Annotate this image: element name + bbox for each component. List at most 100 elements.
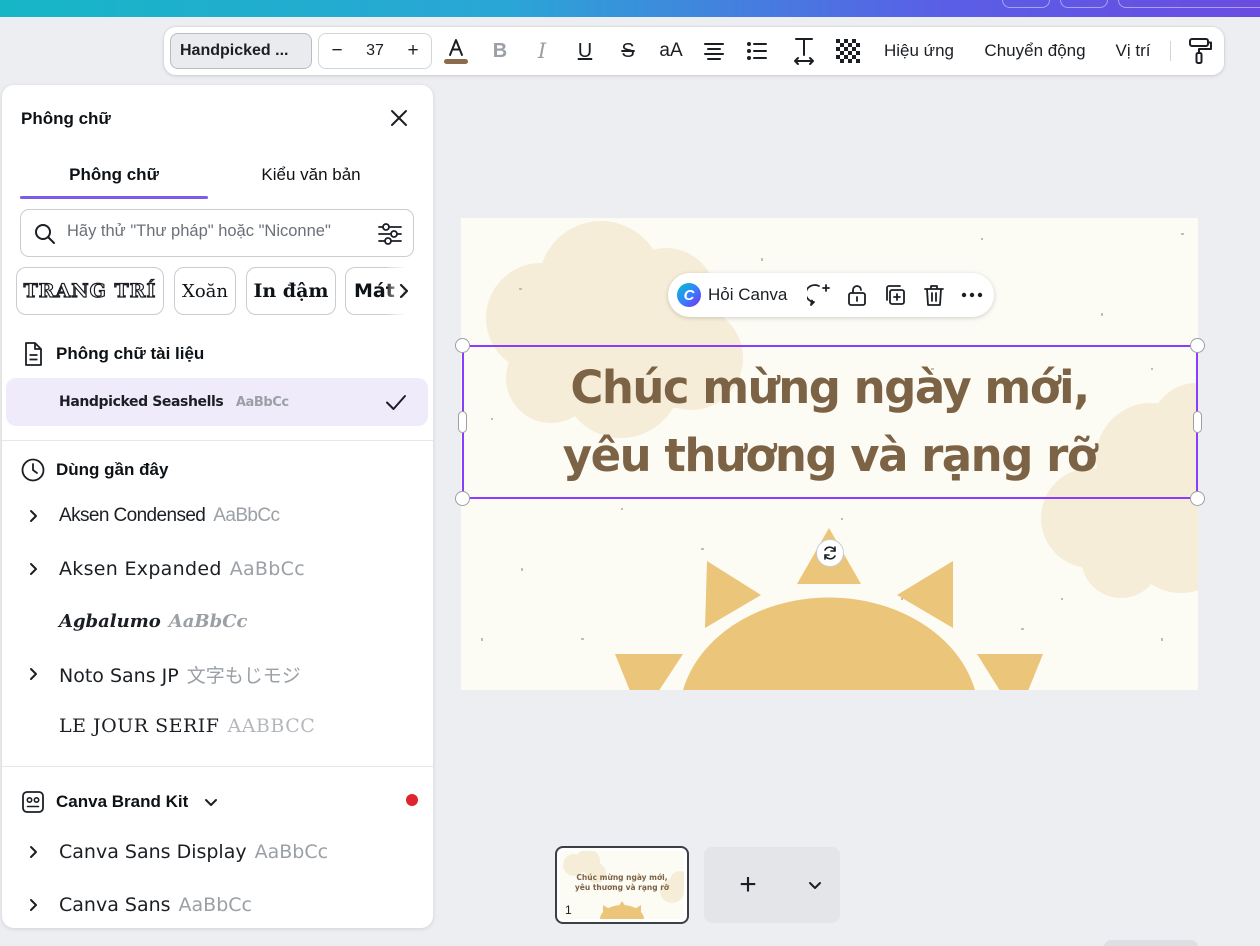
text-color-button[interactable] xyxy=(438,33,474,69)
spacing-button[interactable] xyxy=(786,33,822,69)
page-thumbnail-preview: Chúc mừng ngày mới, yêu thương và rạng r… xyxy=(560,851,684,919)
section-recent-fonts: Dùng gần đây xyxy=(20,457,168,483)
add-page-button[interactable]: + xyxy=(732,865,764,905)
section-heading: Phông chữ tài liệu xyxy=(56,344,205,363)
rotate-handle[interactable] xyxy=(816,539,844,567)
duplicate-icon[interactable] xyxy=(883,283,907,307)
header-button[interactable] xyxy=(1118,0,1260,8)
animate-button[interactable]: Chuyển động xyxy=(976,33,1094,69)
font-size-value[interactable]: 37 xyxy=(355,42,395,60)
font-item-canva-sans[interactable]: Canva Sans AaBbCc xyxy=(6,881,428,928)
ask-canva-button[interactable]: Hỏi Canva xyxy=(708,285,787,305)
font-search-input[interactable] xyxy=(67,222,357,241)
panel-tabs: Phông chữ Kiểu văn bản xyxy=(20,161,414,201)
resize-handle-top-left[interactable] xyxy=(455,338,470,353)
section-divider xyxy=(2,440,433,441)
chip-curly[interactable]: Xoăn xyxy=(174,267,236,315)
page-thumbnail[interactable]: Chúc mừng ngày mới, yêu thương và rạng r… xyxy=(555,846,689,924)
font-panel: Phông chữ Phông chữ Kiểu văn bản TRANG T… xyxy=(2,85,433,928)
section-document-fonts: Phông chữ tài liệu xyxy=(20,341,204,367)
bottom-controls[interactable] xyxy=(1104,940,1198,946)
chip-decorative[interactable]: TRANG TRÍ xyxy=(16,267,164,315)
document-icon xyxy=(25,342,42,366)
chevron-right-icon[interactable] xyxy=(394,281,414,301)
font-sample: AaBbCc xyxy=(229,558,305,580)
clock-icon xyxy=(21,458,45,482)
resize-handle-right[interactable] xyxy=(1193,411,1202,433)
font-name: Aksen Expanded xyxy=(59,558,222,580)
font-item-canva-sans-display[interactable]: Canva Sans Display AaBbCc xyxy=(6,828,428,876)
font-item-handpicked-seashells[interactable]: Handpicked Seashells AaBbCc xyxy=(6,378,428,426)
font-name: Agbalumo xyxy=(59,610,161,632)
font-sample: AaBbCc xyxy=(254,841,329,863)
chevron-down-icon[interactable] xyxy=(202,793,220,811)
font-name: Aksen Condensed xyxy=(59,505,206,526)
list-button[interactable] xyxy=(739,33,775,69)
chevron-right-icon[interactable] xyxy=(24,559,44,579)
chip-bold[interactable]: In đậm xyxy=(246,267,336,315)
italic-button[interactable]: I xyxy=(524,33,560,69)
font-search-box xyxy=(20,209,414,257)
chevron-down-icon[interactable] xyxy=(806,876,824,894)
strikethrough-button[interactable]: S xyxy=(610,33,646,69)
bold-button[interactable]: B xyxy=(482,33,518,69)
chevron-right-icon[interactable] xyxy=(24,895,44,915)
lock-icon[interactable] xyxy=(845,283,869,307)
thumbnail-line-2: yêu thương và rạng rỡ xyxy=(574,883,670,892)
transparency-button[interactable] xyxy=(830,33,866,69)
element-context-bar: C Hỏi Canva xyxy=(668,273,994,317)
effects-button[interactable]: Hiệu ứng xyxy=(876,33,962,69)
align-center-icon xyxy=(704,43,724,60)
selection-frame xyxy=(462,345,1198,499)
copy-style-button[interactable] xyxy=(1182,33,1218,69)
top-header-bar xyxy=(0,0,1260,17)
more-options-icon[interactable] xyxy=(960,283,984,307)
increase-size-button[interactable]: + xyxy=(395,40,431,62)
font-size-stepper: − 37 + xyxy=(318,33,432,69)
align-button[interactable] xyxy=(696,33,732,69)
thumbnail-text: Chúc mừng ngày mới, yêu thương và rạng r… xyxy=(560,873,684,893)
resize-handle-bottom-right[interactable] xyxy=(1190,491,1205,506)
thumbnail-line-1: Chúc mừng ngày mới, xyxy=(576,873,668,882)
chevron-right-icon[interactable] xyxy=(24,664,44,684)
font-category-chips: TRANG TRÍ Xoăn In đậm Mát m xyxy=(16,267,416,317)
letter-case-button[interactable]: aA xyxy=(653,33,689,69)
decrease-size-button[interactable]: − xyxy=(319,40,355,62)
underline-button[interactable]: U xyxy=(567,33,603,69)
font-item-aksen-condensed[interactable]: Aksen Condensed AaBbCc xyxy=(6,492,428,540)
resize-handle-bottom-left[interactable] xyxy=(455,491,470,506)
section-heading: Canva Brand Kit xyxy=(56,792,189,811)
font-item-le-jour-serif[interactable]: LE JOUR SERIF AABBCC xyxy=(6,702,428,750)
text-spacing-icon xyxy=(794,38,814,65)
font-name: Canva Sans xyxy=(59,894,171,916)
paint-roller-icon xyxy=(1189,38,1212,64)
font-item-agbalumo[interactable]: Agbalumo AaBbCc xyxy=(6,597,428,645)
resize-handle-top-right[interactable] xyxy=(1190,338,1205,353)
font-family-dropdown[interactable]: Handpicked ... xyxy=(170,33,312,69)
chevron-right-icon[interactable] xyxy=(24,506,44,526)
position-button[interactable]: Vị trí xyxy=(1108,33,1158,69)
font-name: Noto Sans JP xyxy=(59,664,179,687)
header-button[interactable] xyxy=(1002,0,1050,8)
toolbar-divider xyxy=(1170,41,1171,61)
text-toolbar: Handpicked ... − 37 + B I U S aA Hiệu ứn… xyxy=(164,27,1224,75)
resize-handle-left[interactable] xyxy=(458,411,467,433)
tab-fonts[interactable]: Phông chữ xyxy=(20,165,208,185)
close-icon xyxy=(391,110,407,126)
notification-dot xyxy=(406,794,418,806)
header-button[interactable] xyxy=(1060,0,1108,8)
font-name: Canva Sans Display xyxy=(59,841,247,863)
comment-add-icon[interactable] xyxy=(807,283,831,307)
close-panel-button[interactable] xyxy=(387,106,411,130)
transparency-checker-icon xyxy=(836,39,860,63)
add-page-area: + xyxy=(704,847,840,923)
font-sample: 文字もじモジ xyxy=(186,664,301,687)
filter-icon[interactable] xyxy=(377,221,403,247)
chevron-right-icon[interactable] xyxy=(24,842,44,862)
trash-icon[interactable] xyxy=(922,283,946,307)
font-item-aksen-expanded[interactable]: Aksen Expanded AaBbCc xyxy=(6,545,428,593)
section-brand-kit[interactable]: Canva Brand Kit xyxy=(20,789,220,815)
font-item-noto-sans-jp[interactable]: Noto Sans JP 文字もじモジ xyxy=(6,650,428,698)
text-color-icon xyxy=(444,39,468,64)
tab-text-styles[interactable]: Kiểu văn bản xyxy=(216,165,406,185)
